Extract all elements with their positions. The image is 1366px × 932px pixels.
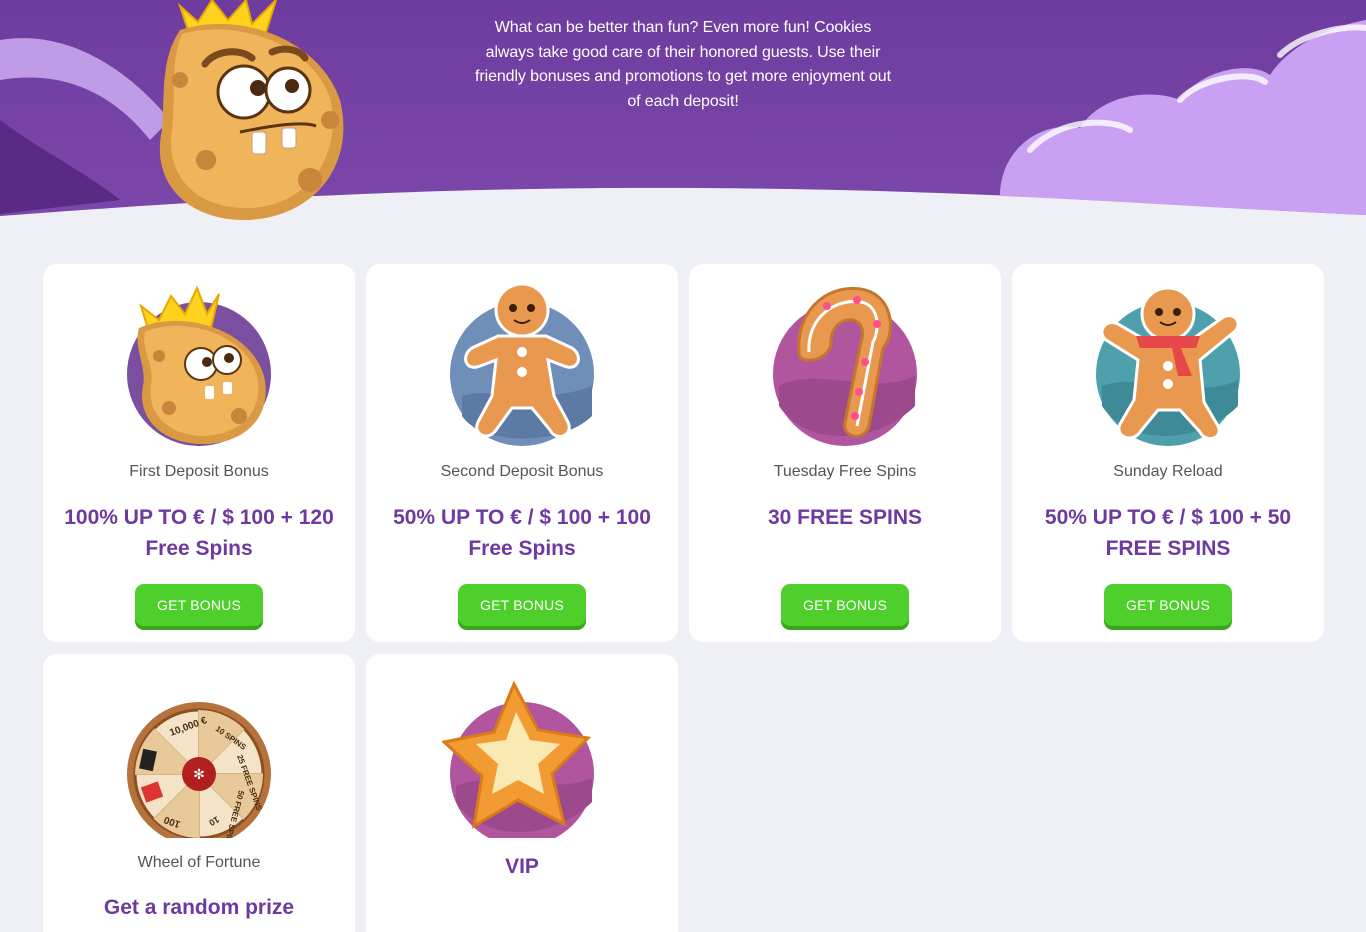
star-icon (442, 680, 594, 838)
bonus-card-sunday-reload: Sunday Reload 50% UP TO € / $ 100 + 50 F… (1012, 264, 1324, 642)
cookie-king-icon (127, 285, 271, 446)
get-bonus-button[interactable]: GET BONUS (458, 584, 586, 626)
bonus-card-first-deposit: First Deposit Bonus 100% UP TO € / $ 100… (43, 264, 355, 642)
gingerbread-man-icon (450, 282, 594, 446)
bonus-card-second-deposit: Second Deposit Bonus 50% UP TO € / $ 100… (366, 264, 678, 642)
bonus-name: Wheel of Fortune (137, 854, 261, 871)
candy-cane-icon (773, 286, 917, 446)
bonus-offer: 50% UP TO € / $ 100 + 100 Free Spins (393, 506, 651, 560)
bonus-offer: 50% UP TO € / $ 100 + 50 FREE SPINS (1044, 506, 1292, 560)
get-bonus-button[interactable]: GET BONUS (781, 584, 909, 626)
bonus-name: Second Deposit Bonus (440, 463, 604, 480)
hero-description: What can be better than fun? Even more f… (475, 19, 891, 110)
fortune-wheel-icon: ✻ 10,000 € 10 SPINS 25 FREE SPINS 50 FRE… (127, 702, 271, 838)
bonus-card-tuesday-free-spins: Tuesday Free Spins 30 FREE SPINS GET BON… (689, 264, 1001, 642)
bonus-name: Tuesday Free Spins (773, 463, 917, 480)
bonus-name: Sunday Reload (1113, 463, 1223, 480)
gingerbread-scarf-icon (1096, 286, 1240, 446)
bonus-offer: 30 FREE SPINS (767, 506, 923, 529)
hero-banner: What can be better than fun? Even more f… (0, 0, 1366, 240)
get-bonus-button[interactable]: GET BONUS (135, 584, 263, 626)
get-bonus-button[interactable]: GET BONUS (1104, 584, 1232, 626)
bonus-offer: VIP (505, 855, 539, 878)
bonus-card-vip: VIP (366, 654, 678, 932)
bonus-card-wheel-of-fortune: ✻ 10,000 € 10 SPINS 25 FREE SPINS 50 FRE… (43, 654, 355, 932)
bonus-offer: 100% UP TO € / $ 100 + 120 Free Spins (64, 506, 334, 560)
bonus-name: First Deposit Bonus (129, 463, 269, 480)
svg-text:✻: ✻ (193, 767, 205, 783)
bonus-offer: Get a random prize (103, 896, 295, 919)
